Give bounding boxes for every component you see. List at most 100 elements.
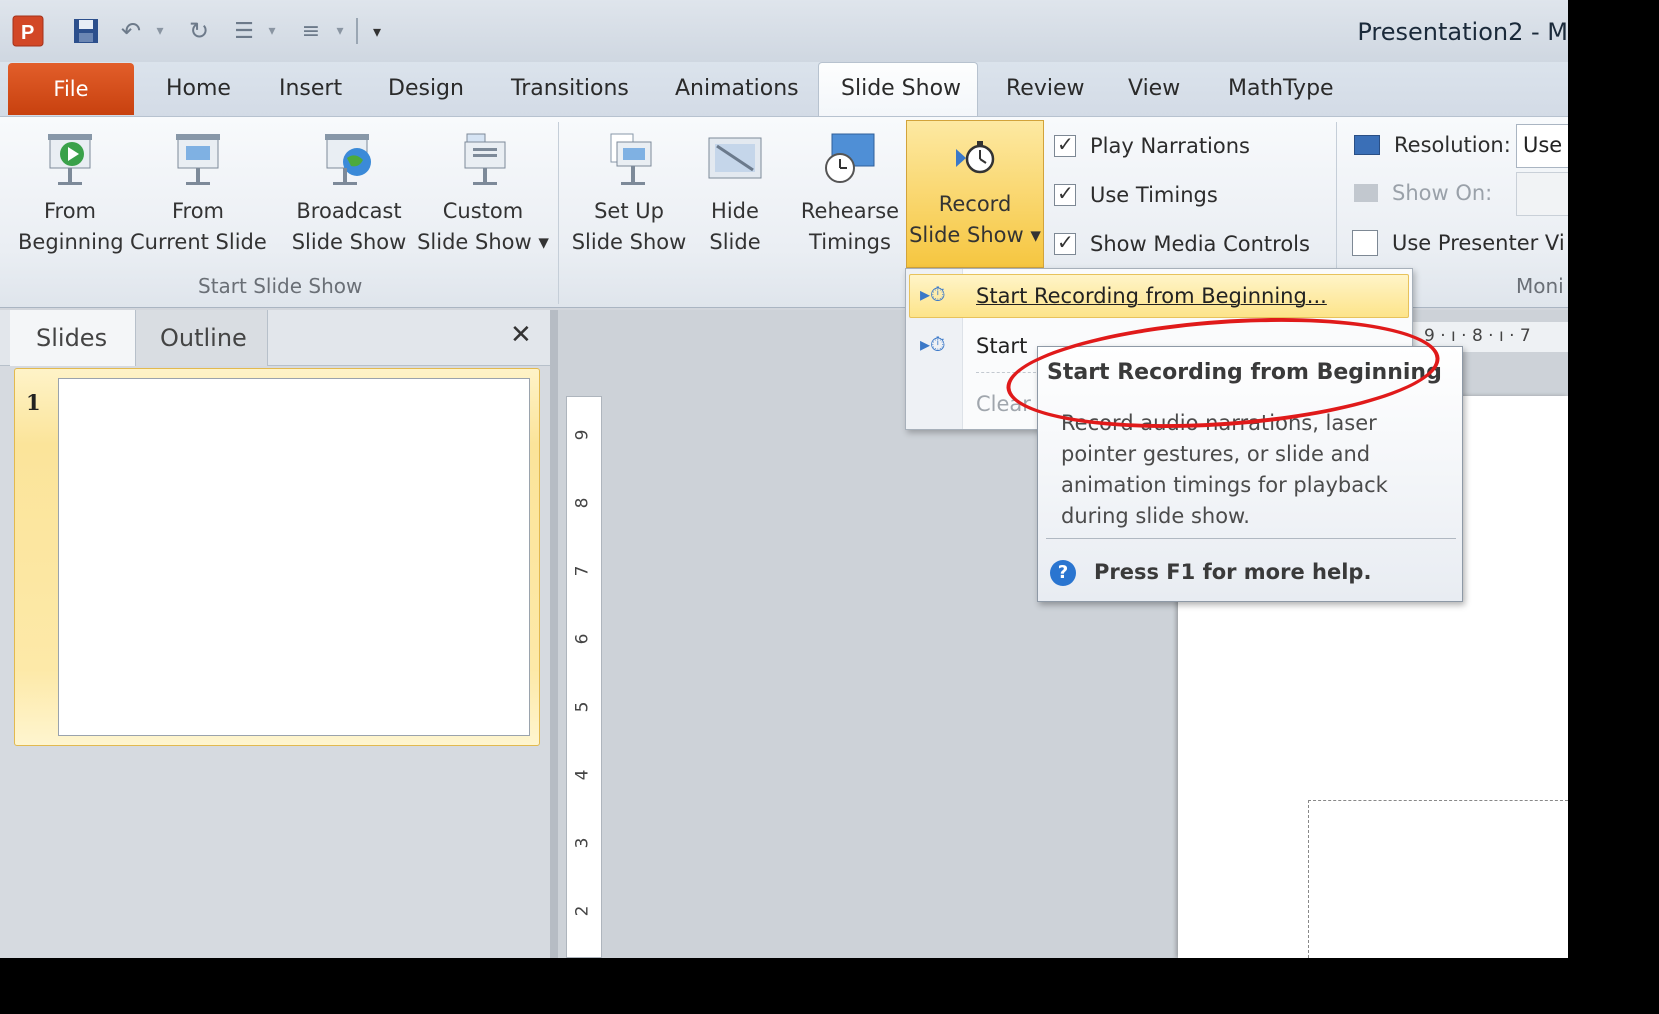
setup-label-2: Slide Show bbox=[571, 230, 687, 254]
undo-icon[interactable]: ↶ bbox=[114, 16, 148, 46]
tab-animations[interactable]: Animations bbox=[675, 76, 799, 101]
tab-slide-show-label: Slide Show bbox=[841, 76, 962, 101]
svg-text:P: P bbox=[21, 22, 34, 44]
vertical-ruler: 9 8 7 6 5 4 3 2 bbox=[566, 396, 602, 958]
record-from-current-icon: ▸⏱ bbox=[920, 332, 946, 356]
show-on-select[interactable] bbox=[1516, 172, 1568, 216]
close-pane-icon[interactable]: ✕ bbox=[510, 320, 532, 350]
ruler-mark: 2 bbox=[572, 905, 593, 917]
hide-slide-icon bbox=[708, 137, 762, 179]
ruler-mark: 5 bbox=[572, 701, 593, 713]
projector-slide-icon bbox=[176, 134, 220, 185]
tab-insert[interactable]: Insert bbox=[279, 76, 342, 101]
show-media-controls-label: Show Media Controls bbox=[1090, 232, 1310, 256]
monitors-group-label: Moni bbox=[1516, 274, 1564, 298]
start-recording-from-current-item[interactable]: Start Recording from Current Slide... bbox=[976, 334, 1036, 358]
align-icon[interactable]: ≡ bbox=[294, 16, 328, 46]
text-placeholder[interactable] bbox=[1308, 800, 1568, 958]
hide-label-2: Slide bbox=[709, 230, 761, 254]
qat-separator bbox=[356, 18, 358, 44]
ruler-mark: 9 bbox=[572, 429, 593, 441]
from-current-label-1: From bbox=[171, 199, 225, 223]
ruler-mark: 7 bbox=[572, 565, 593, 577]
record-label-2: Slide Show ▾ bbox=[909, 223, 1041, 247]
ruler-mark: 3 bbox=[572, 837, 593, 849]
tooltip-separator bbox=[1046, 538, 1456, 539]
broadcast-globe-icon bbox=[325, 134, 371, 185]
rehearse-timings-icon bbox=[825, 133, 875, 183]
window-title: Presentation2 - M bbox=[1357, 18, 1568, 46]
broadcast-label-2: Slide Show bbox=[291, 230, 407, 254]
bullets-icon[interactable]: ☰ bbox=[228, 16, 260, 46]
tooltip-help-text: Press F1 for more help. bbox=[1094, 560, 1372, 584]
use-timings-label: Use Timings bbox=[1090, 183, 1218, 207]
tab-mathtype[interactable]: MathType bbox=[1228, 76, 1334, 101]
hide-slide-button[interactable]: Hide Slide bbox=[700, 132, 770, 258]
checkbox-checked-icon bbox=[1054, 132, 1076, 157]
horizontal-ruler-marks: 9 · ı · 8 · ı · 7 bbox=[1424, 326, 1531, 346]
rehearse-timings-button[interactable]: Rehearse Timings bbox=[796, 132, 904, 258]
resolution-icon bbox=[1354, 135, 1380, 155]
resolution-select[interactable]: Use bbox=[1516, 124, 1568, 168]
custom-label-1: Custom bbox=[442, 199, 524, 223]
setup-label-1: Set Up bbox=[594, 199, 664, 223]
slides-pane-tabs: Slides Outline ✕ bbox=[0, 310, 550, 366]
set-up-slide-show-button[interactable]: Set Up Slide Show bbox=[568, 132, 690, 258]
tab-slides[interactable]: Slides bbox=[10, 310, 136, 366]
checkbox-checked-icon bbox=[1054, 230, 1076, 255]
start-recording-from-beginning-item[interactable]: Start Recording from Beginning... bbox=[976, 284, 1327, 308]
from-beginning-label-1: From bbox=[43, 199, 97, 223]
record-label-1: Record bbox=[938, 192, 1012, 216]
checkbox-unchecked-icon bbox=[1352, 230, 1378, 256]
tab-file[interactable]: File bbox=[8, 63, 134, 115]
checkbox-checked-icon bbox=[1054, 181, 1076, 206]
tab-transitions[interactable]: Transitions bbox=[511, 76, 629, 101]
tab-outline[interactable]: Outline bbox=[136, 310, 268, 366]
broadcast-label-1: Broadcast bbox=[296, 199, 402, 223]
group-separator bbox=[558, 122, 559, 304]
undo-dropdown-icon[interactable]: ▾ bbox=[150, 16, 170, 46]
presenter-view-checkbox[interactable]: Use Presenter Vi bbox=[1352, 230, 1565, 256]
play-narrations-checkbox[interactable]: Play Narrations bbox=[1054, 132, 1250, 158]
use-timings-checkbox[interactable]: Use Timings bbox=[1054, 181, 1218, 207]
title-bar: P ↶ ▾ ↻ ☰ ▾ ≡ ▾ ▾ Presentation2 - M bbox=[0, 0, 1568, 62]
start-slide-show-group-label: Start Slide Show bbox=[198, 274, 363, 298]
ruler-mark: 6 bbox=[572, 633, 593, 645]
record-stopwatch-icon bbox=[956, 141, 995, 174]
rehearse-label-1: Rehearse bbox=[800, 199, 900, 223]
redo-icon[interactable]: ↻ bbox=[184, 16, 214, 46]
resolution-value: Use bbox=[1523, 133, 1563, 157]
from-current-slide-button[interactable]: From Current Slide bbox=[130, 132, 267, 258]
resolution-row: Resolution: bbox=[1354, 133, 1511, 157]
show-on-label: Show On: bbox=[1392, 181, 1493, 205]
align-dropdown-icon[interactable]: ▾ bbox=[330, 16, 350, 46]
slide-thumbnail[interactable] bbox=[58, 378, 530, 736]
ruler-mark: 4 bbox=[572, 769, 593, 781]
tab-home[interactable]: Home bbox=[166, 76, 231, 101]
custom-slide-show-button[interactable]: Custom Slide Show ▾ bbox=[414, 132, 552, 258]
projector-play-icon bbox=[48, 134, 92, 185]
record-from-beginning-icon: ▸⏱ bbox=[920, 282, 946, 306]
tab-review[interactable]: Review bbox=[1006, 76, 1085, 101]
help-icon: ? bbox=[1050, 560, 1076, 586]
tab-design[interactable]: Design bbox=[388, 76, 464, 101]
broadcast-slide-show-button[interactable]: Broadcast Slide Show bbox=[290, 132, 408, 258]
monitor-icon bbox=[1354, 184, 1378, 202]
custom-label-2: Slide Show ▾ bbox=[417, 230, 549, 254]
tab-view[interactable]: View bbox=[1128, 76, 1180, 101]
show-media-controls-checkbox[interactable]: Show Media Controls bbox=[1054, 230, 1310, 256]
tab-outline-label: Outline bbox=[160, 324, 247, 352]
bullets-dropdown-icon[interactable]: ▾ bbox=[262, 16, 282, 46]
hide-label-1: Hide bbox=[711, 199, 759, 223]
pane-splitter[interactable] bbox=[550, 310, 558, 958]
play-narrations-label: Play Narrations bbox=[1090, 134, 1250, 158]
record-slide-show-button[interactable]: Record Slide Show ▾ bbox=[906, 120, 1044, 268]
from-beginning-button[interactable]: From Beginning bbox=[18, 132, 124, 258]
customize-qat-icon[interactable]: ▾ bbox=[366, 16, 388, 46]
save-icon[interactable] bbox=[70, 16, 102, 46]
powerpoint-app-icon[interactable]: P bbox=[10, 15, 46, 47]
from-current-label-2: Current Slide bbox=[130, 230, 267, 254]
resolution-label: Resolution: bbox=[1394, 133, 1511, 157]
setup-slideshow-icon bbox=[610, 133, 652, 185]
tab-slide-show[interactable]: Slide Show bbox=[818, 62, 978, 118]
